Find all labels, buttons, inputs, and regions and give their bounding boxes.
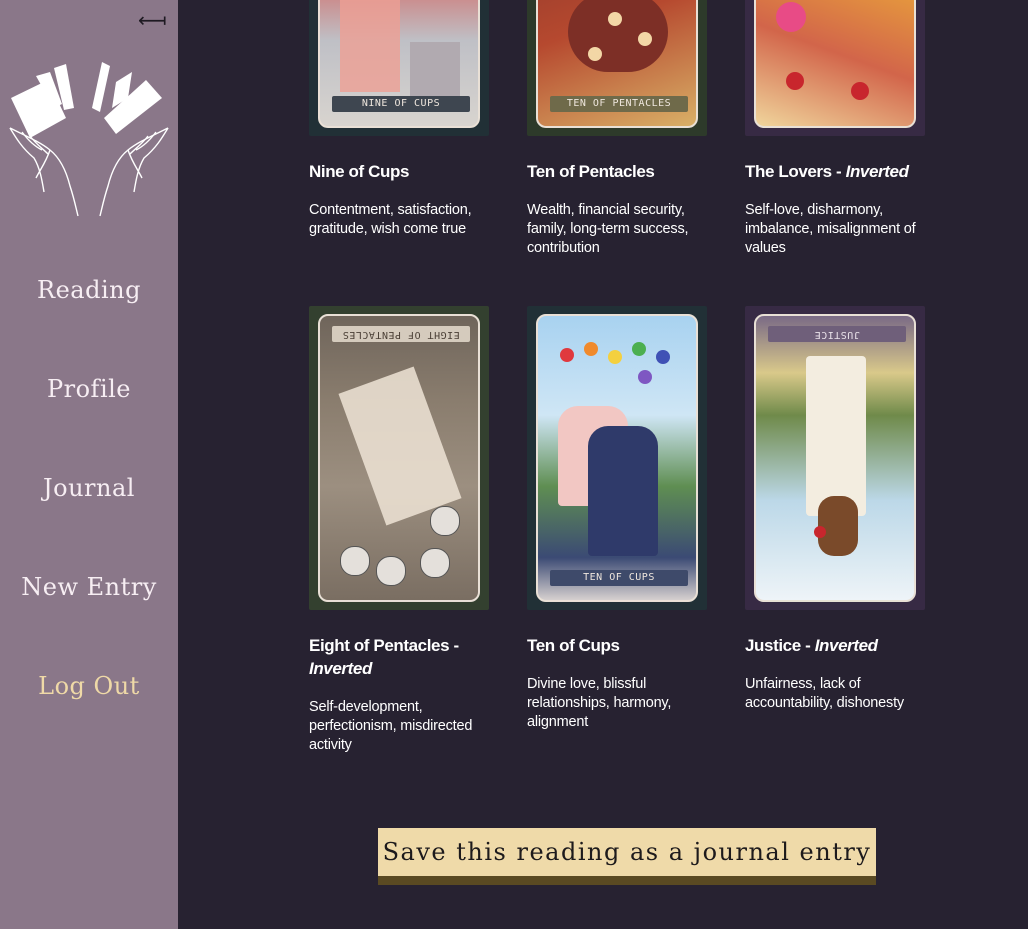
- card-title: The Lovers - Inverted: [745, 162, 909, 181]
- card-image: TEN OF PENTACLES: [527, 0, 707, 136]
- hands-logo-icon: [9, 62, 169, 217]
- card-title: Nine of Cups: [309, 162, 410, 181]
- nav-reading[interactable]: Reading: [0, 276, 178, 304]
- card-label: TEN OF PENTACLES: [550, 96, 688, 112]
- card-image: [745, 0, 925, 136]
- card-description: Divine love, blissful relationships, har…: [527, 676, 672, 730]
- card-image: TEN OF CUPS: [527, 306, 707, 610]
- card-title: Ten of Cups: [527, 636, 620, 655]
- card-image: NINE OF CUPS: [309, 0, 489, 136]
- card-image: JUSTICE: [745, 306, 925, 610]
- card-title: Justice - Inverted: [745, 636, 878, 655]
- nav-new-entry[interactable]: New Entry: [0, 573, 178, 601]
- card-label: EIGHT OF PENTACLES: [332, 326, 470, 342]
- sidebar: ⟻ Reading Profile Journal New Entry Log …: [0, 0, 178, 929]
- card-title: Eight of Pentacles - Inverted: [309, 636, 459, 678]
- card-image: EIGHT OF PENTACLES: [309, 306, 489, 610]
- nav-log-out[interactable]: Log Out: [0, 672, 178, 700]
- card-description: Self-love, disharmony, imbalance, misali…: [745, 202, 916, 256]
- card-description: Wealth, financial security, family, long…: [527, 202, 689, 256]
- card-label: NINE OF CUPS: [332, 96, 470, 112]
- card-title: Ten of Pentacles: [527, 162, 655, 181]
- collapse-sidebar-icon[interactable]: ⟻: [138, 11, 167, 31]
- card-description: Unfairness, lack of accountability, dish…: [745, 676, 904, 711]
- save-reading-button[interactable]: Save this reading as a journal entry: [378, 828, 876, 885]
- card-label: JUSTICE: [768, 326, 906, 342]
- card-description: Self-development, perfectionism, misdire…: [309, 699, 473, 753]
- card-description: Contentment, satisfaction, gratitude, wi…: [309, 202, 472, 237]
- card-label: TEN OF CUPS: [550, 570, 688, 586]
- nav-journal[interactable]: Journal: [0, 474, 178, 502]
- nav-profile[interactable]: Profile: [0, 375, 178, 403]
